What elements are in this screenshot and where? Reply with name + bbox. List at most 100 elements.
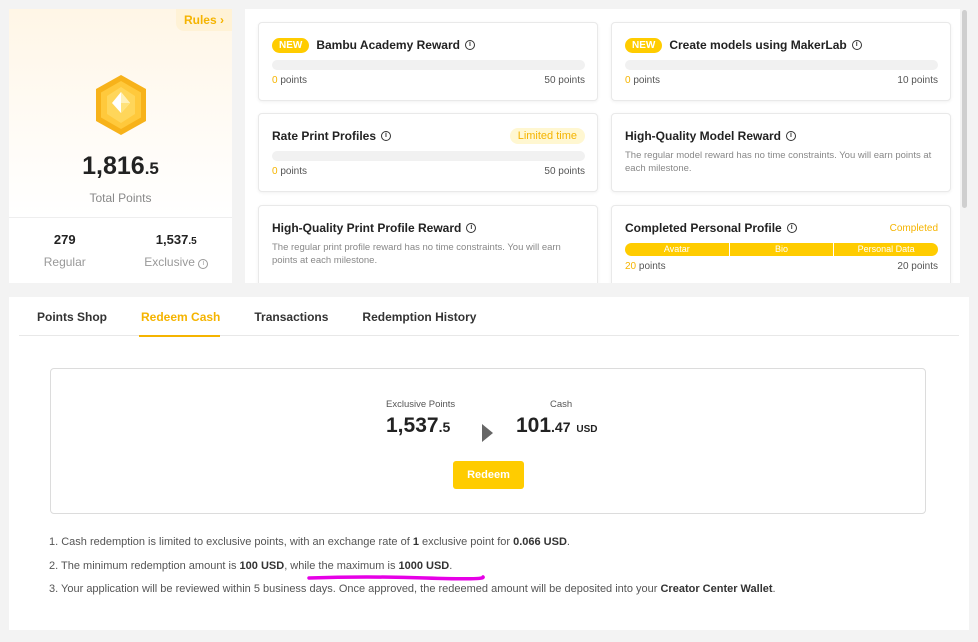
note-exchange-rate: 1. Cash redemption is limited to exclusi… [49,536,776,560]
note-review-time: 3. Your application will be reviewed wit… [49,583,776,607]
cash-label: Cash [550,399,573,410]
progress-bar [272,151,585,161]
regular-points-label: Regular [43,255,86,269]
reward-title: High-Quality Model Reward [625,129,782,143]
current-points: 20 points [625,261,666,272]
info-icon[interactable]: i [786,223,797,233]
note-emphasis: Creator Center Wallet [660,583,773,595]
completed-status: Completed [889,222,938,234]
reward-title: Create models using MakerLab [669,38,847,52]
cash-amount-int: 101 [516,414,552,437]
progress-bar [272,60,585,70]
note-emphasis: 1000 USD [398,559,450,572]
segmented-progress-bar: Avatar Bio Personal Data [625,243,938,256]
regular-points-value: 279 [53,232,76,247]
limited-time-badge: Limited time [509,128,585,144]
segment-personal-data: Personal Data [834,243,938,256]
current-points-value: 20 [625,261,637,272]
target-points: 50 points [544,166,585,177]
info-icon[interactable]: i [198,259,209,269]
rewards-scrollbar[interactable] [962,10,967,208]
exclusive-points-int: 1,537 [155,232,189,247]
redemption-notes: 1. Cash redemption is limited to exclusi… [49,536,776,607]
reward-card-bambu-academy[interactable]: NEW Bambu Academy Reward i 0 points 50 poin… [258,22,598,101]
exclusive-amount-int: 1,537 [386,414,439,437]
reward-title: Rate Print Profiles [272,129,377,143]
note-text: exclusive point for [418,536,514,548]
reward-title: High-Quality Print Profile Reward [272,221,462,235]
new-badge: NEW [625,37,663,53]
regular-points: 279 Regular [9,218,121,283]
current-points-suffix: points [277,166,308,177]
rewards-grid: NEW Bambu Academy Reward i 0 points 50 poin… [245,9,960,283]
note-text: , while the maximum is [284,559,399,572]
current-points: 0 points [272,75,307,86]
note-text: . [772,583,776,595]
rules-link[interactable]: Rules › [175,9,232,31]
info-icon[interactable]: i [851,40,862,50]
reward-description: The regular model reward has no time con… [625,150,932,174]
new-badge: NEW [272,37,310,53]
current-points-suffix: points [630,75,661,86]
points-summary-panel: Rules › 1,816.5 Total Points 279 Regular… [9,9,232,283]
cash-amount-dec: .47 [551,419,571,435]
tab-transactions[interactable]: Transactions [236,297,344,336]
info-icon[interactable]: i [464,40,475,50]
exclusive-points-value: 1,537.5 [121,232,233,247]
progress-bar [625,60,938,70]
reward-card-high-quality-model[interactable]: High-Quality Model Reward i The regular m… [611,113,951,192]
reward-card-completed-profile[interactable]: Completed Personal Profile i Completed Ava… [611,205,951,283]
exclusive-points-label: Exclusive [144,255,195,269]
segment-bio: Bio [729,243,835,256]
exclusive-points-amount: 1,537.5 [386,414,518,438]
note-text: 2. The minimum redemption amount is [49,559,240,572]
info-icon[interactable]: i [786,131,797,141]
tab-points-shop[interactable]: Points Shop [19,297,123,336]
current-points-suffix: points [277,75,308,86]
note-emphasis: 100 USD [239,559,285,572]
tab-redeem-cash[interactable]: Redeem Cash [123,297,236,337]
cash-amount: 101.47 USD [516,414,646,438]
rules-label: Rules [183,13,217,27]
tab-redemption-history[interactable]: Redemption History [344,297,492,336]
redeem-button[interactable]: Redeem [453,461,524,489]
arrow-right-icon [482,424,493,442]
note-text: 1. Cash redemption is limited to exclusi… [49,536,413,548]
exclusive-points-label: Exclusive Points [386,399,456,410]
chevron-right-icon: › [220,13,224,27]
cash-conversion: Cash 101.47 USD [516,399,646,438]
exclusive-points-dec: .5 [188,236,197,247]
total-points-value: 1,816.5 [9,152,232,181]
total-points-dec: .5 [144,159,159,178]
current-points: 0 points [625,75,660,86]
target-points: 50 points [544,75,585,86]
reward-title: Completed Personal Profile [625,221,782,235]
points-breakdown: 279 Regular 1,537.5 Exclusive i [9,217,232,283]
note-emphasis: 0.066 USD [513,536,567,548]
note-text: . [566,536,570,548]
gold-medal-icon [96,75,146,135]
info-icon[interactable]: i [381,131,392,141]
reward-card-high-quality-print-profile[interactable]: High-Quality Print Profile Reward i The r… [258,205,598,283]
note-text: . [449,559,453,572]
tab-bar: Points Shop Redeem Cash Transactions Red… [19,297,959,337]
current-points-suffix: points [636,261,666,272]
current-points: 0 points [272,166,307,177]
reward-card-rate-print-profiles[interactable]: Rate Print Profiles i Limited time 0 point… [258,113,598,192]
target-points: 20 points [897,261,938,272]
exclusive-points: 1,537.5 Exclusive i [121,218,233,283]
note-text: 3. Your application will be reviewed wit… [49,583,661,595]
reward-description: The regular print profile reward has no … [272,242,561,266]
points-summary-top: Rules › 1,816.5 Total Points [9,9,232,217]
highlight-underline-annotation [307,575,485,581]
exclusive-points-label-row: Exclusive i [121,255,233,269]
reward-card-makerlab[interactable]: NEW Create models using MakerLab i 0 point… [611,22,951,101]
exclusive-amount-dec: .5 [438,419,451,435]
cash-unit: USD [576,424,598,435]
total-points-label: Total Points [89,191,152,205]
info-icon[interactable]: i [466,223,477,233]
target-points: 10 points [897,75,938,86]
reward-title: Bambu Academy Reward [316,38,460,52]
exclusive-points-conversion: Exclusive Points 1,537.5 [386,399,518,438]
segment-avatar: Avatar [625,243,730,256]
